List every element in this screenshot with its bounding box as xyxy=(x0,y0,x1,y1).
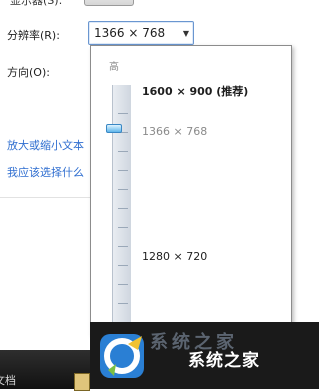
detect-button-partial[interactable] xyxy=(84,0,134,6)
which-settings-link[interactable]: 我应该选择什么 xyxy=(7,164,84,180)
folder-icon[interactable] xyxy=(74,373,90,391)
resolution-option-1280x720[interactable]: 1280 × 720 xyxy=(142,250,207,263)
resolution-slider-thumb[interactable] xyxy=(106,124,122,133)
xitongzhijia-logo-icon xyxy=(100,334,144,378)
resolution-label: 分辨率(R): xyxy=(7,29,60,42)
watermark-title: 系统之家 xyxy=(188,351,260,371)
slider-high-label: 高 xyxy=(109,62,119,73)
chevron-down-icon: ▼ xyxy=(182,28,190,38)
resolution-option-1600x900[interactable]: 1600 × 900 (推荐) xyxy=(142,83,248,99)
resolution-option-1366x768[interactable]: 1366 × 768 xyxy=(142,125,207,138)
divider xyxy=(0,197,92,198)
orientation-label: 方向(O): xyxy=(7,66,50,79)
resolution-dropdown[interactable]: 1366 × 768 ▼ xyxy=(88,21,194,45)
taskbar-item-documents[interactable]: 文档 xyxy=(0,372,16,388)
resolution-value: 1366 × 768 xyxy=(94,26,166,40)
display-label-partial: 显示器(S): xyxy=(10,0,63,7)
enlarge-text-link[interactable]: 放大或缩小文本 xyxy=(7,137,84,153)
